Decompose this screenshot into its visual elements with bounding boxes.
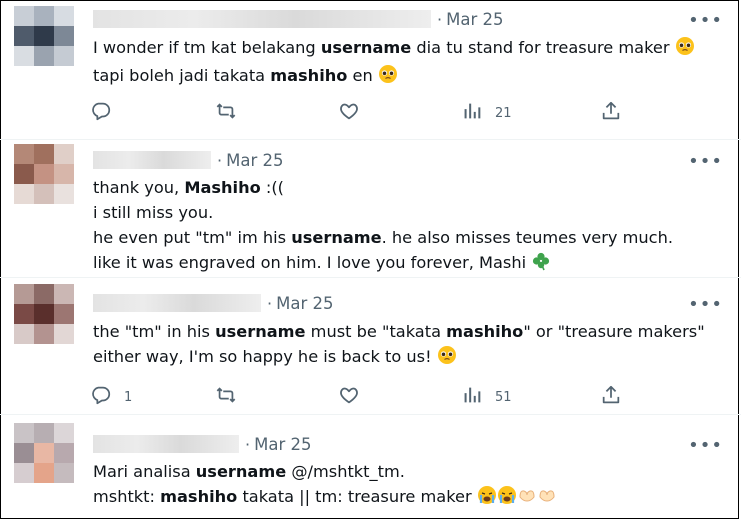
tweet-header: · Mar 25: [93, 434, 311, 454]
like-button[interactable]: [338, 100, 360, 126]
tweet-line: the "tm" in his username must be "takata…: [93, 322, 705, 341]
reply-count: 1: [124, 389, 133, 405]
tweet-date[interactable]: Mar 25: [254, 435, 311, 454]
reply-icon: [90, 384, 112, 410]
like-icon: [338, 100, 360, 126]
more-options-icon[interactable]: •••: [688, 153, 723, 171]
heart-hands-emoji: [537, 485, 557, 512]
highlighted-keyword: mashiho: [446, 322, 524, 341]
tweet-header: · Mar 25: [93, 293, 333, 313]
crying-face-emoji: [497, 485, 517, 512]
reply-button[interactable]: 1: [90, 384, 132, 410]
highlighted-keyword: Mashiho: [184, 178, 261, 197]
tweet-text: Mari analisa username @/mshtkt_tm.mshtkt…: [93, 459, 557, 512]
shamrock-emoji: [531, 251, 551, 278]
views-icon: [461, 384, 483, 410]
views-count: 51: [495, 389, 512, 405]
blurred-username[interactable]: [93, 151, 211, 169]
retweet-button[interactable]: [215, 100, 237, 126]
like-icon: [338, 384, 360, 410]
tweet-date[interactable]: Mar 25: [226, 151, 283, 170]
reply-icon: [90, 100, 112, 126]
blurred-username[interactable]: [93, 10, 431, 28]
tweet-line: i still miss you.: [93, 203, 214, 222]
action-bar: 1 51: [90, 384, 630, 408]
reply-button[interactable]: [90, 100, 112, 126]
tweet-line: he even put "tm" im his username. he als…: [93, 228, 673, 247]
tweet-line: thank you, Mashiho :((: [93, 178, 284, 197]
share-icon: [600, 384, 622, 410]
share-button[interactable]: [600, 100, 622, 126]
separator-dot: ·: [245, 434, 251, 454]
tweet-line: like it was engraved on him. I love you …: [93, 250, 673, 278]
tweet-line: tapi boleh jadi takata mashiho en: [93, 63, 695, 91]
highlighted-keyword: username: [215, 322, 306, 341]
tweet[interactable]: · Mar 25 ••• thank you, Mashiho :(( i sti…: [0, 140, 741, 278]
more-options-icon[interactable]: •••: [688, 12, 723, 30]
highlighted-keyword: mashiho: [270, 66, 348, 85]
retweet-icon: [215, 384, 237, 410]
tweet-line: Mari analisa username @/mshtkt_tm.: [93, 462, 405, 481]
tweet-date[interactable]: Mar 25: [446, 10, 503, 29]
separator-dot: ·: [437, 9, 443, 29]
action-bar: 21: [90, 100, 630, 124]
share-icon: [600, 100, 622, 126]
avatar[interactable]: [14, 284, 74, 344]
share-button[interactable]: [600, 384, 622, 410]
tweet-text: the "tm" in his username must be "takata…: [93, 319, 705, 372]
highlighted-keyword: username: [320, 38, 412, 57]
avatar[interactable]: [14, 423, 74, 483]
crying-face-emoji: [477, 485, 497, 512]
tweet[interactable]: · Mar 25 ••• I wonder if tm kat belakang…: [0, 0, 741, 140]
retweet-button[interactable]: [215, 384, 237, 410]
tweet-header: · Mar 25: [93, 150, 283, 170]
more-options-icon[interactable]: •••: [688, 437, 723, 455]
highlighted-keyword: username: [291, 228, 382, 247]
pleading-face-emoji: [675, 36, 695, 63]
tweet-date[interactable]: Mar 25: [276, 294, 333, 313]
like-button[interactable]: [338, 384, 360, 410]
avatar[interactable]: [14, 6, 74, 66]
views-button[interactable]: 21: [461, 100, 512, 126]
highlighted-keyword: username: [195, 462, 287, 481]
views-icon: [461, 100, 483, 126]
separator-dot: ·: [267, 293, 273, 313]
blurred-username[interactable]: [93, 294, 261, 312]
separator-dot: ·: [217, 150, 223, 170]
tweet[interactable]: · Mar 25 ••• Mari analisa username @/msh…: [0, 415, 741, 521]
views-button[interactable]: 51: [461, 384, 512, 410]
heart-hands-emoji: [517, 485, 537, 512]
tweet-header: · Mar 25: [93, 9, 503, 29]
tweet-line: I wonder if tm kat belakang username dia…: [93, 35, 695, 63]
pleading-face-emoji: [378, 64, 398, 91]
tweet-text: I wonder if tm kat belakang username dia…: [93, 35, 695, 91]
highlighted-keyword: mashiho: [160, 487, 238, 506]
tweet[interactable]: · Mar 25 ••• the "tm" in his username mu…: [0, 278, 741, 415]
pleading-face-emoji: [437, 345, 457, 372]
views-count: 21: [495, 105, 512, 121]
tweet-line: mshtkt: mashiho takata || tm: treasure m…: [93, 484, 557, 512]
tweet-line: either way, I'm so happy he is back to u…: [93, 344, 705, 372]
blurred-username[interactable]: [93, 435, 239, 453]
more-options-icon[interactable]: •••: [688, 296, 723, 314]
avatar[interactable]: [14, 144, 74, 204]
retweet-icon: [215, 100, 237, 126]
tweet-text: thank you, Mashiho :(( i still miss you. h…: [93, 175, 673, 278]
